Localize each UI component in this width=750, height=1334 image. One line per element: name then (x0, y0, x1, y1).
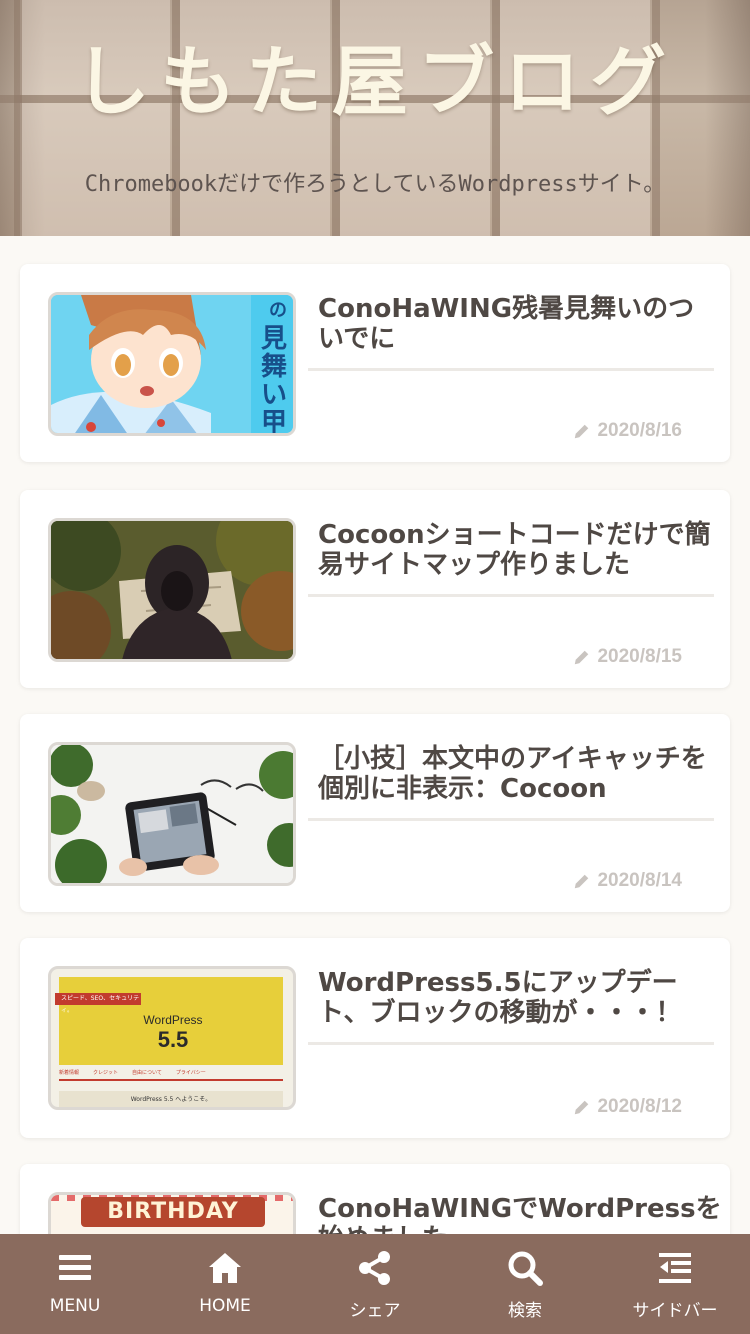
nav-share-button[interactable]: シェア (300, 1234, 450, 1334)
post-date: 2020/8/14 (573, 870, 682, 892)
divider (308, 368, 714, 371)
nav-label: シェア (349, 1301, 401, 1321)
post-title[interactable]: WordPress5.5にアップデート、ブロックの移動が・・・！ (318, 968, 718, 1028)
post-date-text: 2020/8/16 (597, 420, 682, 441)
nav-menu-button[interactable]: MENU (0, 1234, 150, 1334)
post-card[interactable]: スピード、SEO、セキュリティ。 WordPress 5.5 新着情報 クレジッ… (20, 938, 730, 1138)
divider (308, 1042, 714, 1045)
wp-tab: 新着情報 (59, 1070, 80, 1076)
site-header: しもた屋ブログ Chromebookだけで作ろうとしているWordpressサイ… (0, 0, 750, 236)
wp-tab: プライバシー (175, 1070, 206, 1076)
post-thumbnail[interactable] (48, 742, 296, 886)
post-card[interactable]: Cocoonショートコードだけで簡易サイトマップ作りました 2020/8/15 (20, 490, 730, 688)
pencil-icon (575, 874, 589, 889)
post-title[interactable]: ［小技］本文中のアイキャッチを個別に非表示：Cocoon (318, 744, 718, 804)
nav-label: HOME (199, 1296, 251, 1316)
post-thumbnail[interactable]: の見舞い甲し上げ (48, 292, 296, 436)
post-date-text: 2020/8/14 (597, 870, 682, 891)
menu-icon (59, 1255, 91, 1280)
pencil-icon (575, 1100, 589, 1115)
post-title[interactable]: Cocoonショートコードだけで簡易サイトマップ作りました (318, 520, 718, 580)
nav-search-button[interactable]: 検索 (450, 1234, 600, 1334)
tablet-desk-photo (51, 745, 293, 883)
post-card[interactable]: の見舞い甲し上げ ConoHaWING残暑見舞いのついでに 2020/8/16 (20, 264, 730, 462)
home-icon (209, 1253, 241, 1283)
site-tagline: Chromebookだけで作ろうとしているWordpressサイト。 (84, 172, 666, 197)
sidebar-icon (659, 1253, 691, 1283)
map-person-photo (51, 521, 293, 659)
wp-tab-underline (59, 1079, 283, 1081)
nav-sidebar-button[interactable]: サイドバー (600, 1234, 750, 1334)
post-date: 2020/8/12 (573, 1096, 682, 1118)
wp-banner: スピード、SEO、セキュリティ。 (55, 993, 141, 1014)
post-date-text: 2020/8/12 (597, 1096, 682, 1117)
post-date: 2020/8/15 (573, 646, 682, 668)
pencil-icon (575, 650, 589, 665)
post-date-text: 2020/8/15 (597, 646, 682, 667)
post-thumbnail[interactable] (48, 518, 296, 662)
nav-label: 検索 (508, 1301, 542, 1321)
wp-welcome: WordPress 5.5 へようこそ。 (59, 1091, 283, 1107)
wp-version: 5.5 (157, 1027, 189, 1052)
nav-home-button[interactable]: HOME (150, 1234, 300, 1334)
thumbnail-caption: の見舞い甲し上げ (260, 300, 287, 436)
post-thumbnail[interactable]: スピード、SEO、セキュリティ。 WordPress 5.5 新着情報 クレジッ… (48, 966, 296, 1110)
bottom-nav: MENU HOME シェア 検索 サイドバー (0, 1234, 750, 1334)
birthday-banner: BIRTHDAY (81, 1197, 265, 1227)
share-icon (359, 1251, 390, 1285)
nav-label: MENU (49, 1296, 101, 1316)
pencil-icon (575, 424, 589, 439)
post-date: 2020/8/16 (573, 420, 682, 442)
search-icon (508, 1251, 543, 1286)
wp-tab: 自由について (132, 1070, 162, 1076)
divider (308, 594, 714, 597)
post-card[interactable]: ［小技］本文中のアイキャッチを個別に非表示：Cocoon 2020/8/14 (20, 714, 730, 912)
wp-tab: クレジット (93, 1070, 119, 1076)
divider (308, 818, 714, 821)
site-title[interactable]: しもた屋ブログ (0, 20, 750, 130)
wp-brand: WordPress (143, 1013, 203, 1027)
wp-tabs: 新着情報 クレジット 自由について プライバシー (59, 1069, 283, 1076)
nav-label: サイドバー (632, 1301, 718, 1321)
post-title[interactable]: ConoHaWING残暑見舞いのついでに (318, 294, 718, 354)
